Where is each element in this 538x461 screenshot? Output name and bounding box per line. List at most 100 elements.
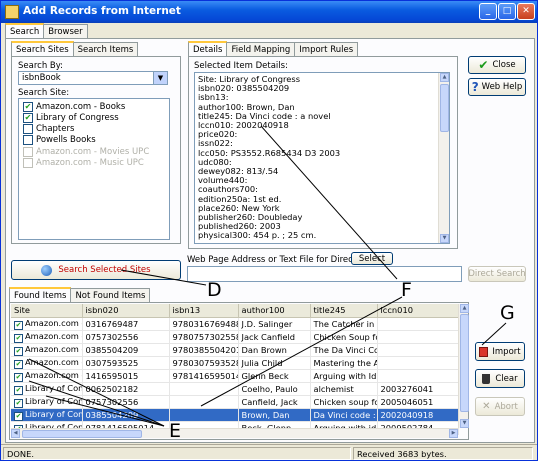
checkbox[interactable] bbox=[23, 135, 33, 145]
table-cell: ✔Amazon.com -... bbox=[11, 330, 83, 344]
site-name: Amazon.com -... bbox=[25, 356, 81, 367]
table-cell: 0757302556 bbox=[82, 330, 170, 344]
tab-details[interactable]: Details bbox=[188, 41, 228, 56]
table-cell: ✔Amazon.com -... bbox=[11, 343, 83, 357]
table-row[interactable]: ✔Library of Con...0385504209 Brown, DanDa… bbox=[11, 408, 459, 422]
table-cell: 9780385504201 bbox=[169, 343, 239, 357]
row-checkbox[interactable]: ✔ bbox=[14, 320, 23, 329]
tab-import-rules[interactable]: Import Rules bbox=[294, 42, 359, 56]
status-bar: DONE. Received 3683 bytes. bbox=[1, 444, 537, 460]
column-header[interactable]: title245 bbox=[310, 304, 378, 318]
table-cell: 0385504209 bbox=[82, 408, 170, 422]
results-hscrollbar[interactable]: ◀ ▶ bbox=[11, 428, 458, 438]
stop-icon: ✕ bbox=[482, 401, 491, 412]
table-cell: Coelho, Paulo bbox=[238, 382, 311, 396]
table-cell: Chicken Soup fo... bbox=[310, 330, 378, 344]
direct-search-input[interactable] bbox=[187, 266, 462, 282]
tab-search-sites[interactable]: Search Sites bbox=[11, 41, 74, 56]
row-checkbox[interactable]: ✔ bbox=[14, 398, 23, 407]
import-icon bbox=[479, 346, 489, 357]
site-item[interactable]: Powells Books bbox=[23, 135, 96, 145]
minimize-button[interactable]: _ bbox=[479, 3, 497, 20]
column-header[interactable]: isbn13 bbox=[169, 304, 239, 318]
chevron-down-icon[interactable]: ▼ bbox=[153, 72, 167, 84]
table-cell: J.D. Salinger bbox=[238, 317, 311, 331]
scroll-thumb[interactable] bbox=[440, 84, 449, 132]
table-cell: 9780307593528 bbox=[169, 356, 239, 370]
status-bytes: Received 3683 bytes. bbox=[353, 447, 533, 460]
column-header[interactable]: author100 bbox=[238, 304, 311, 318]
scroll-down-icon[interactable]: ▼ bbox=[440, 234, 449, 243]
table-row[interactable]: ✔Amazon.com -...07573025569780757302558J… bbox=[11, 330, 459, 344]
table-row[interactable]: ✔Library of Con...0757302556 Canfield, Ja… bbox=[11, 395, 459, 409]
web-help-button[interactable]: ? Web Help bbox=[468, 78, 526, 96]
maximize-button[interactable]: □ bbox=[498, 3, 516, 20]
column-header[interactable]: Site bbox=[11, 304, 83, 318]
row-checkbox[interactable]: ✔ bbox=[14, 333, 23, 342]
table-cell: Brown, Dan bbox=[238, 408, 311, 422]
result-tabs: Found Items Not Found Items bbox=[9, 287, 151, 303]
tab-found-items[interactable]: Found Items bbox=[9, 287, 72, 302]
title-bar: Add Records from Internet _ □ ✕ bbox=[1, 1, 537, 23]
checkbox[interactable]: ✔ bbox=[23, 102, 33, 112]
site-name: Amazon.com -... bbox=[25, 343, 81, 354]
table-cell: ✔Amazon.com -... bbox=[11, 356, 83, 370]
details-scrollbar[interactable]: ▲ ▼ bbox=[438, 73, 449, 243]
scroll-thumb[interactable] bbox=[460, 314, 469, 412]
tab-search[interactable]: Search bbox=[5, 23, 45, 38]
row-checkbox[interactable]: ✔ bbox=[14, 346, 23, 355]
table-row[interactable]: ✔Library of Con...0062502182 Coelho, Paul… bbox=[11, 382, 459, 396]
close-button[interactable]: ✔ Close bbox=[468, 56, 526, 74]
results-table: Site isbn020 isbn13 author100 title245 l… bbox=[11, 304, 459, 435]
checkbox bbox=[23, 147, 33, 157]
site-item[interactable]: Chapters bbox=[23, 124, 74, 134]
annotation-g: G bbox=[500, 302, 515, 324]
row-checkbox[interactable]: ✔ bbox=[14, 359, 23, 368]
clear-button[interactable]: Clear bbox=[475, 369, 525, 388]
search-by-label: Search By: bbox=[18, 61, 64, 71]
scroll-down-icon[interactable]: ▼ bbox=[460, 419, 469, 428]
row-checkbox[interactable]: ✔ bbox=[14, 372, 23, 381]
detail-tabs: Details Field Mapping Import Rules bbox=[188, 41, 359, 57]
scroll-left-icon[interactable]: ◀ bbox=[11, 429, 20, 438]
tab-field-mapping[interactable]: Field Mapping bbox=[226, 42, 296, 56]
table-row[interactable]: ✔Amazon.com -...03855042099780385504201D… bbox=[11, 343, 459, 357]
app-icon bbox=[5, 5, 19, 19]
search-site-list: ✔ Amazon.com - Books ✔ Library of Congress… bbox=[18, 98, 170, 240]
column-header[interactable]: lccn010 bbox=[377, 304, 459, 318]
checkmark-icon: ✔ bbox=[478, 58, 489, 72]
table-cell: 2002040918 bbox=[377, 408, 459, 422]
scroll-up-icon[interactable]: ▲ bbox=[440, 73, 449, 82]
checkbox[interactable]: ✔ bbox=[23, 113, 33, 123]
search-selected-sites-button[interactable]: Search Selected Sites bbox=[11, 260, 181, 280]
details-textarea[interactable]: Site: Library of Congress isbn020: 03855… bbox=[194, 72, 450, 244]
table-row[interactable]: ✔Amazon.com -...03075935259780307593528J… bbox=[11, 356, 459, 370]
checkbox[interactable] bbox=[23, 124, 33, 134]
select-button[interactable]: Select bbox=[351, 252, 393, 265]
close-window-button[interactable]: ✕ bbox=[517, 3, 535, 20]
row-checkbox[interactable]: ✔ bbox=[14, 385, 23, 394]
tab-search-items[interactable]: Search Items bbox=[72, 42, 139, 56]
tab-browser[interactable]: Browser bbox=[43, 24, 88, 38]
site-item[interactable]: ✔ Amazon.com - Books bbox=[23, 102, 125, 112]
search-by-select[interactable]: isbnBook ▼ bbox=[18, 71, 168, 85]
table-cell: ✔Amazon.com -... bbox=[11, 317, 83, 331]
table-cell: 0062502182 bbox=[82, 382, 170, 396]
table-cell: The Catcher in t... bbox=[310, 317, 378, 331]
column-header[interactable]: isbn020 bbox=[82, 304, 170, 318]
table-cell: Mastering the Ar... bbox=[310, 356, 378, 370]
results-vscrollbar[interactable]: ▲ ▼ bbox=[458, 304, 469, 428]
site-name: Amazon.com -... bbox=[25, 330, 81, 341]
table-row[interactable]: ✔Amazon.com -...03167694879780316769488J… bbox=[11, 317, 459, 331]
table-cell: 2005046051 bbox=[377, 395, 459, 409]
row-checkbox[interactable]: ✔ bbox=[14, 411, 23, 420]
site-item[interactable]: ✔ Library of Congress bbox=[23, 113, 119, 123]
scroll-up-icon[interactable]: ▲ bbox=[460, 304, 469, 313]
tab-not-found-items[interactable]: Not Found Items bbox=[70, 288, 151, 302]
table-row[interactable]: ✔Amazon.com -...14165950159781416595014G… bbox=[11, 369, 459, 383]
table-cell: 9781416595014 bbox=[169, 369, 239, 383]
import-button[interactable]: Import bbox=[475, 342, 525, 361]
table-cell: ✔Amazon.com -... bbox=[11, 369, 83, 383]
scroll-thumb[interactable] bbox=[22, 430, 142, 438]
scroll-right-icon[interactable]: ▶ bbox=[449, 429, 458, 438]
